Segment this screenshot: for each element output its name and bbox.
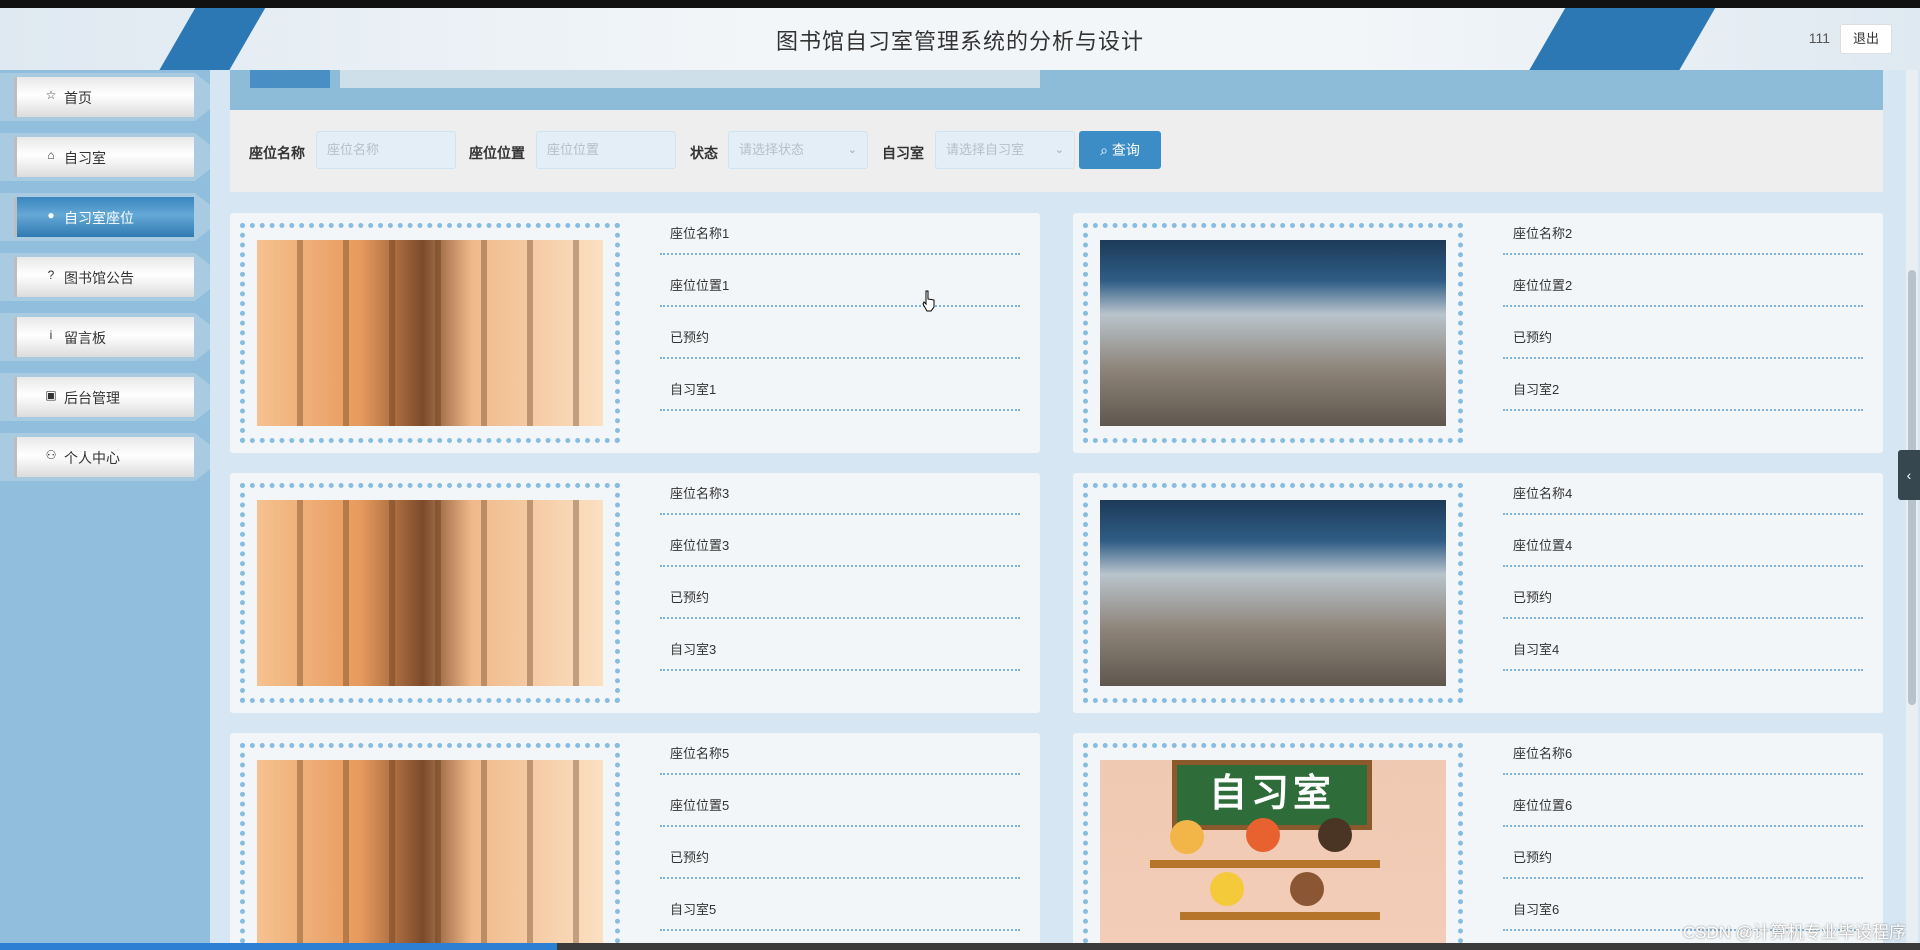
seat-room: 自习室3 xyxy=(660,629,1020,671)
seat-name: 座位名称3 xyxy=(660,473,1020,515)
window-top-edge xyxy=(0,0,1920,8)
content-banner xyxy=(230,70,1883,110)
student-figure xyxy=(1290,872,1324,906)
sidebar-item-home[interactable]: ☆ 首页 xyxy=(0,73,210,121)
query-button[interactable]: ⌕ 查询 xyxy=(1079,131,1161,169)
student-figure xyxy=(1210,872,1244,906)
sidebar-item-label: 后台管理 xyxy=(64,390,120,406)
seat-card[interactable]: 座位名称2 座位位置2 已预约 自习室2 xyxy=(1073,213,1883,453)
sidebar-item-admin[interactable]: ▣ 后台管理 xyxy=(0,373,210,421)
chevron-down-icon: ⌄ xyxy=(1054,144,1064,156)
seat-name-input[interactable]: 座位名称 xyxy=(316,131,456,169)
sidebar-item-label: 自习室 xyxy=(64,150,106,166)
seat-name-label: 座位名称 xyxy=(249,145,305,161)
seat-room: 自习室1 xyxy=(660,369,1020,411)
seat-status: 已预约 xyxy=(1503,837,1863,879)
seat-location-input[interactable]: 座位位置 xyxy=(536,131,676,169)
study-room-select[interactable]: 请选择自习室 ⌄ xyxy=(935,131,1075,169)
seat-status: 已预约 xyxy=(1503,317,1863,359)
sidebar-item-label: 首页 xyxy=(64,90,92,106)
student-figure xyxy=(1246,818,1280,852)
query-button-label: 查询 xyxy=(1111,142,1140,158)
seat-location: 座位位置4 xyxy=(1503,525,1863,567)
sidebar-item-label: 个人中心 xyxy=(64,450,120,466)
chevron-left-icon: ‹ xyxy=(1906,467,1912,483)
question-circle-icon: ? xyxy=(47,268,55,282)
seat-name: 座位名称1 xyxy=(660,213,1020,255)
status-select[interactable]: 请选择状态 ⌄ xyxy=(728,131,868,169)
classroom-desk xyxy=(1180,912,1380,920)
seat-location: 座位位置6 xyxy=(1503,785,1863,827)
sidebar-item-announcement[interactable]: ? 图书馆公告 xyxy=(0,253,210,301)
student-figure xyxy=(1170,820,1204,854)
chevron-down-icon: ⌄ xyxy=(847,144,857,156)
page-title: 图书馆自习室管理系统的分析与设计 xyxy=(775,29,1144,54)
seat-name: 座位名称4 xyxy=(1503,473,1863,515)
seat-location-label: 座位位置 xyxy=(469,145,525,161)
status-label: 状态 xyxy=(690,145,718,161)
info-circle-icon: ● xyxy=(47,208,55,222)
seat-status: 已预约 xyxy=(660,837,1020,879)
mouse-cursor-icon xyxy=(922,290,935,312)
sidebar-item-study-room[interactable]: ⌂ 自习室 xyxy=(0,133,210,181)
sidebar-item-label: 图书馆公告 xyxy=(64,270,134,286)
sidebar-item-label: 留言板 xyxy=(64,330,106,346)
search-panel: 座位名称 座位名称 座位位置 座位位置 状态 请选择状态 ⌄ 自习室 请选择自习… xyxy=(230,110,1883,192)
seat-location: 座位位置1 xyxy=(660,265,1020,307)
seat-card[interactable]: 座位名称4 座位位置4 已预约 自习室4 xyxy=(1073,473,1883,713)
seat-name: 座位名称5 xyxy=(660,733,1020,775)
seat-photo: 自习室 xyxy=(1100,760,1446,946)
seat-card[interactable]: 座位名称1 座位位置1 已预约 自习室1 xyxy=(230,213,1040,453)
lock-icon: ⌂ xyxy=(47,148,55,162)
user-icon: ⚇ xyxy=(45,448,57,462)
app-header: 图书馆自习室管理系统的分析与设计 111 退出 xyxy=(0,8,1920,70)
sidebar-item-profile[interactable]: ⚇ 个人中心 xyxy=(0,433,210,481)
watermark: CSDN @计算机专业毕设程序 xyxy=(1682,923,1906,942)
seat-photo xyxy=(257,760,603,946)
seat-card[interactable]: 座位名称5 座位位置5 已预约 自习室5 xyxy=(230,733,1040,950)
seat-status: 已预约 xyxy=(660,577,1020,619)
seat-photo xyxy=(257,240,603,426)
banner-tab xyxy=(340,70,1040,88)
seat-name: 座位名称6 xyxy=(1503,733,1863,775)
logout-button[interactable]: 退出 xyxy=(1840,24,1892,54)
sidebar: ☆ 首页 ⌂ 自习室 ● 自习室座位 ? 图书馆公告 i 留言板 ▣ 后台管理 … xyxy=(0,70,210,950)
side-panel-toggle[interactable]: ‹ xyxy=(1898,450,1920,500)
seat-name: 座位名称2 xyxy=(1503,213,1863,255)
banner-tab xyxy=(250,70,330,88)
seat-location: 座位位置5 xyxy=(660,785,1020,827)
seat-photo xyxy=(257,500,603,686)
classroom-desk xyxy=(1150,860,1380,868)
briefcase-icon: ▣ xyxy=(45,388,57,402)
seat-location: 座位位置2 xyxy=(1503,265,1863,307)
info-icon: i xyxy=(49,328,53,342)
seat-room: 自习室2 xyxy=(1503,369,1863,411)
sidebar-item-study-seat[interactable]: ● 自习室座位 xyxy=(0,193,210,241)
seat-room: 自习室5 xyxy=(660,889,1020,931)
seat-room: 自习室4 xyxy=(1503,629,1863,671)
seat-status: 已预约 xyxy=(1503,577,1863,619)
sidebar-item-message-board[interactable]: i 留言板 xyxy=(0,313,210,361)
status-select-value: 请选择状态 xyxy=(739,142,805,157)
student-figure xyxy=(1318,818,1352,852)
search-icon: ⌕ xyxy=(1100,142,1108,158)
star-icon: ☆ xyxy=(45,88,57,102)
seat-photo xyxy=(1100,500,1446,686)
seat-location: 座位位置3 xyxy=(660,525,1020,567)
username-label: 111 xyxy=(1808,30,1830,46)
study-room-label: 自习室 xyxy=(882,145,924,161)
study-room-select-value: 请选择自习室 xyxy=(946,142,1025,157)
seat-status: 已预约 xyxy=(660,317,1020,359)
video-progress-fill xyxy=(0,943,557,950)
seat-photo xyxy=(1100,240,1446,426)
seat-card[interactable]: 座位名称3 座位位置3 已预约 自习室3 xyxy=(230,473,1040,713)
sidebar-item-label: 自习室座位 xyxy=(64,210,134,226)
